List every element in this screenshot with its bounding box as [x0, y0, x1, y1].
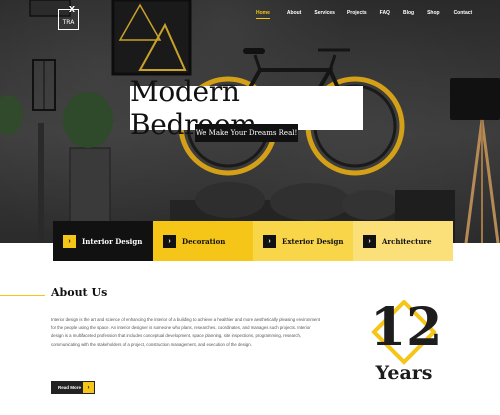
about-title: About Us: [51, 286, 108, 299]
category-row: › Interior Design › Decoration › Exterio…: [53, 221, 453, 261]
read-more-label: Read More: [58, 385, 82, 390]
years-badge: 12 Years: [370, 297, 443, 400]
nav-about[interactable]: About: [287, 10, 301, 19]
arrow-right-icon: ›: [163, 234, 176, 248]
about-text: Interior design is the art and science o…: [51, 317, 320, 347]
nav-projects[interactable]: Projects: [347, 10, 367, 19]
arrow-right-icon: ›: [263, 234, 276, 248]
arrow-right-icon: ›: [63, 234, 76, 248]
category-architecture[interactable]: › Architecture: [353, 221, 453, 261]
wall-art-frame: [111, 0, 192, 76]
site-logo[interactable]: X TRA: [58, 5, 79, 30]
nav-blog[interactable]: Blog: [403, 10, 414, 19]
nav-services[interactable]: Services: [314, 10, 335, 19]
arrow-right-icon: ›: [363, 234, 376, 248]
logo-text: TRA: [62, 18, 75, 26]
category-exterior-design[interactable]: › Exterior Design: [253, 221, 353, 261]
main-navigation: Home About Services Projects FAQ Blog Sh…: [256, 10, 472, 19]
nav-faq[interactable]: FAQ: [380, 10, 390, 19]
years-number: 12: [370, 297, 443, 358]
logo-mark: X: [68, 5, 75, 14]
hero-subtitle: We Make Your Dreams Real!: [195, 124, 298, 142]
nav-contact[interactable]: Contact: [454, 10, 473, 19]
nav-home[interactable]: Home: [256, 10, 270, 19]
category-decoration[interactable]: › Decoration: [153, 221, 253, 261]
read-more-button[interactable]: Read More ›: [51, 381, 95, 394]
category-label: Interior Design: [82, 236, 143, 246]
floor-lamp: [450, 78, 500, 243]
category-label: Architecture: [382, 236, 432, 246]
chevron-right-icon: ›: [83, 382, 94, 393]
category-label: Decoration: [182, 236, 226, 246]
hero-banner: X TRA Home About Services Projects FAQ B…: [0, 0, 500, 243]
category-label: Exterior Design: [282, 236, 344, 246]
about-divider: [0, 295, 45, 296]
category-interior-design[interactable]: › Interior Design: [53, 221, 153, 261]
plant: [63, 92, 113, 148]
nav-shop[interactable]: Shop: [427, 10, 440, 19]
years-label: Years: [375, 362, 433, 384]
